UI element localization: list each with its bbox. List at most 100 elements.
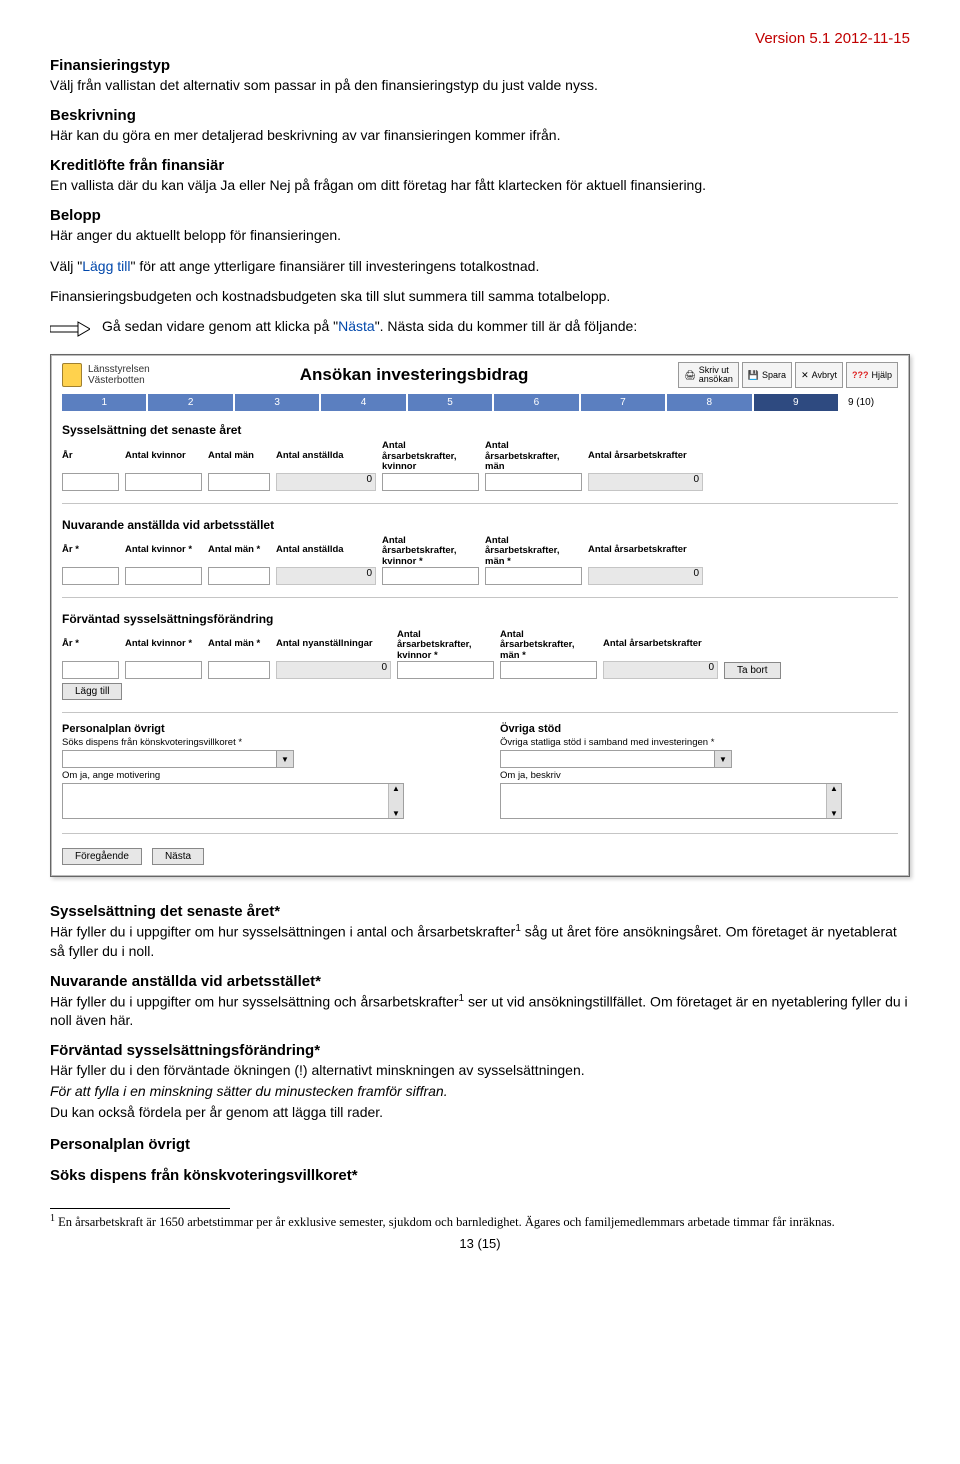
readonly-anst: 0 xyxy=(276,473,376,491)
heading-dispens: Söks dispens från könskvoteringsvillkore… xyxy=(50,1167,910,1184)
arrow-instruction: Gå sedan vidare genom att klicka på "Näs… xyxy=(50,318,910,340)
cancel-label: Avbryt xyxy=(812,370,837,380)
input-man2[interactable] xyxy=(208,567,270,585)
para-forvantad-3: Du kan också fördela per år genom att lä… xyxy=(50,1103,910,1122)
app-title: Ansökan investeringsbidrag xyxy=(300,365,529,385)
form-sec1-title: Sysselsättning det senaste året xyxy=(62,423,898,437)
para-beskrivning: Här kan du göra en mer detaljerad beskri… xyxy=(50,126,910,145)
page-number: 13 (15) xyxy=(50,1236,910,1251)
input-man3[interactable] xyxy=(208,661,270,679)
add-row-button[interactable]: Lägg till xyxy=(62,683,122,700)
input-akv[interactable] xyxy=(382,473,479,491)
next-button[interactable]: Nästa xyxy=(152,848,204,865)
input-aman3[interactable] xyxy=(500,661,597,679)
print-button[interactable]: 🖨Skriv ut ansökan xyxy=(678,362,738,388)
prev-button[interactable]: Föregående xyxy=(62,848,142,865)
input-ar2[interactable] xyxy=(62,567,119,585)
lbl-akv: Antal årsarbetskrafter, kvinnor xyxy=(382,441,479,472)
lbl-man: Antal män xyxy=(208,451,270,473)
dispens-select[interactable]: ▼ xyxy=(62,750,294,768)
para-belopp: Här anger du aktuellt belopp för finansi… xyxy=(50,226,910,245)
input-aman2[interactable] xyxy=(485,567,582,585)
readonly-anst3: 0 xyxy=(276,661,391,679)
lbl-man2: Antal män * xyxy=(208,545,270,567)
step-7[interactable]: 7 xyxy=(581,394,665,411)
save-button[interactable]: 💾Spara xyxy=(742,362,792,388)
heading-finansieringstyp: Finansieringstyp xyxy=(50,57,910,74)
motivering-textarea[interactable]: ▲▼ xyxy=(62,783,404,819)
lbl-anst: Antal anställda xyxy=(276,451,376,473)
step-5[interactable]: 5 xyxy=(408,394,492,411)
sec4-left-title: Personalplan övrigt xyxy=(62,723,460,735)
form-sec3-title: Förväntad sysselsättningsförändring xyxy=(62,612,898,626)
input-kvinnor3[interactable] xyxy=(125,661,202,679)
lbl-kvinnor: Antal kvinnor xyxy=(125,451,202,473)
cancel-icon: ✕ xyxy=(801,370,809,381)
scroll-down-icon[interactable]: ▼ xyxy=(830,809,838,818)
scroll-up-icon[interactable]: ▲ xyxy=(392,784,400,793)
ovriga-select[interactable]: ▼ xyxy=(500,750,732,768)
chevron-down-icon: ▼ xyxy=(276,751,293,767)
lbl-ar3: År * xyxy=(62,639,119,661)
heading-forvantad: Förväntad sysselsättningsförändring* xyxy=(50,1042,910,1059)
step-1[interactable]: 1 xyxy=(62,394,146,411)
sec4-right-sub: Om ja, beskriv xyxy=(500,770,898,781)
arrow-right-icon xyxy=(50,321,90,340)
readonly-atot: 0 xyxy=(588,473,703,491)
step-3[interactable]: 3 xyxy=(235,394,319,411)
sec4-right-q: Övriga statliga stöd i samband med inves… xyxy=(500,737,898,748)
remove-row-button[interactable]: Ta bort xyxy=(724,662,781,679)
lbl-atot3: Antal årsarbetskrafter xyxy=(603,639,718,661)
para-kreditlofte: En vallista där du kan välja Ja eller Ne… xyxy=(50,176,910,195)
input-kvinnor[interactable] xyxy=(125,473,202,491)
lbl-aman3: Antal årsarbetskrafter, män * xyxy=(500,630,597,661)
text-static: " för att ange ytterligare finansiärer t… xyxy=(130,258,539,274)
step-4[interactable]: 4 xyxy=(321,394,405,411)
cancel-button[interactable]: ✕Avbryt xyxy=(795,362,843,388)
scroll-up-icon[interactable]: ▲ xyxy=(830,784,838,793)
heading-nuvarande: Nuvarande anställda vid arbetsstället* xyxy=(50,973,910,990)
footnote-separator xyxy=(50,1208,230,1209)
heading-kreditlofte: Kreditlöfte från finansiär xyxy=(50,157,910,174)
lbl-ar: År xyxy=(62,451,119,473)
input-ar3[interactable] xyxy=(62,661,119,679)
logo-line2: Västerbotten xyxy=(88,375,150,386)
step-9[interactable]: 9 xyxy=(754,394,838,411)
input-ar[interactable] xyxy=(62,473,119,491)
sec4-left-sub: Om ja, ange motivering xyxy=(62,770,460,781)
input-akv2[interactable] xyxy=(382,567,479,585)
lbl-atot: Antal årsarbetskrafter xyxy=(588,451,703,473)
sec4-right-title: Övriga stöd xyxy=(500,723,898,735)
lbl-akv2: Antal årsarbetskrafter, kvinnor * xyxy=(382,536,479,567)
text-static: En årsarbetskraft är 1650 arbetstimmar p… xyxy=(55,1215,835,1229)
para-forvantad-1: Här fyller du i den förväntade ökningen … xyxy=(50,1061,910,1080)
chevron-down-icon: ▼ xyxy=(714,751,731,767)
lbl-atot2: Antal årsarbetskrafter xyxy=(588,545,703,567)
sec4-left-q: Söks dispens från könskvoteringsvillkore… xyxy=(62,737,460,748)
app-logo: Länsstyrelsen Västerbotten xyxy=(62,363,150,387)
para-sysselsattning: Här fyller du i uppgifter om hur syssels… xyxy=(50,922,910,960)
lbl-kvinnor2: Antal kvinnor * xyxy=(125,545,202,567)
step-2[interactable]: 2 xyxy=(148,394,232,411)
lbl-man3: Antal män * xyxy=(208,639,270,661)
input-man[interactable] xyxy=(208,473,270,491)
step-6[interactable]: 6 xyxy=(494,394,578,411)
beskriv-textarea[interactable]: ▲▼ xyxy=(500,783,842,819)
app-screenshot: Länsstyrelsen Västerbotten Ansökan inves… xyxy=(50,354,910,877)
scroll-down-icon[interactable]: ▼ xyxy=(392,809,400,818)
heading-personalplan: Personalplan övrigt xyxy=(50,1136,910,1153)
input-kvinnor2[interactable] xyxy=(125,567,202,585)
input-aman[interactable] xyxy=(485,473,582,491)
page-version: Version 5.1 2012-11-15 xyxy=(50,30,910,47)
para-forvantad-2: För att fylla i en minskning sätter du m… xyxy=(50,1082,910,1101)
step-8[interactable]: 8 xyxy=(667,394,751,411)
step-count: 9 (10) xyxy=(840,397,898,408)
step-bar: 1 2 3 4 5 6 7 8 9 9 (10) xyxy=(52,390,908,413)
text-static: Välj " xyxy=(50,258,82,274)
input-akv3[interactable] xyxy=(397,661,494,679)
help-button[interactable]: ???Hjälp xyxy=(846,362,898,388)
lbl-aman: Antal årsarbetskrafter, män xyxy=(485,441,582,472)
readonly-atot3: 0 xyxy=(603,661,718,679)
heading-sysselsattning: Sysselsättning det senaste året* xyxy=(50,903,910,920)
lbl-kvinnor3: Antal kvinnor * xyxy=(125,639,202,661)
